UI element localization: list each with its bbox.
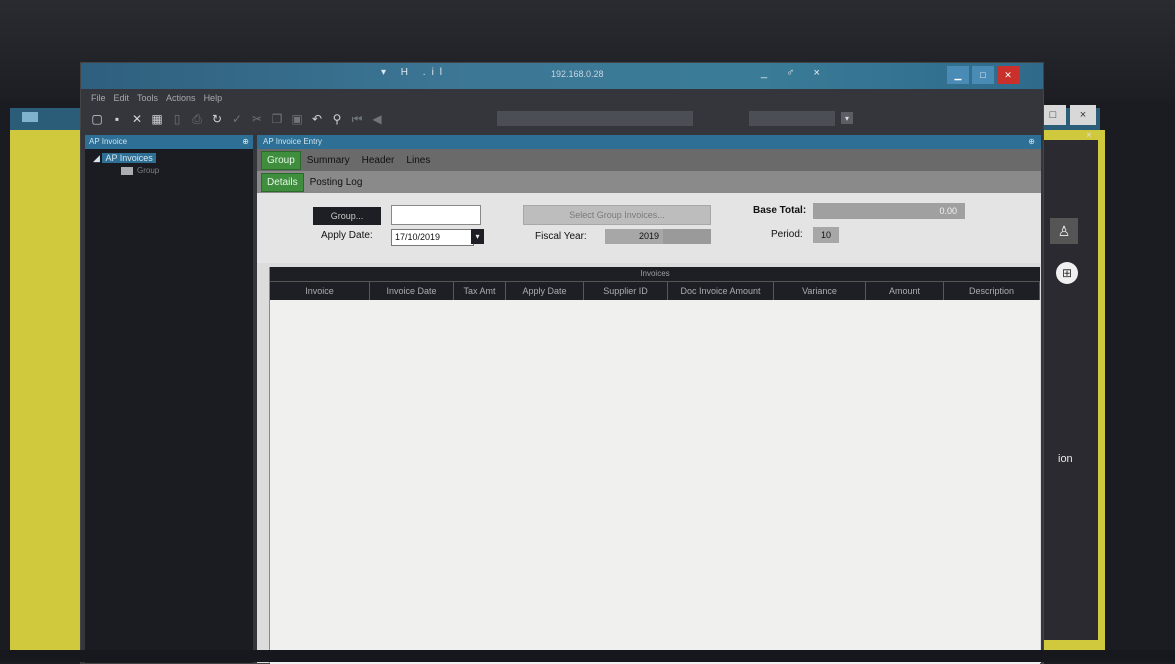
tree-node-group[interactable]: Group [121, 166, 253, 175]
grid-header: Invoice Invoice Date Tax Amt Apply Date … [270, 281, 1040, 300]
menu-help[interactable]: Help [204, 93, 223, 103]
entry-pane-title: AP Invoice Entry [263, 137, 322, 146]
column-header[interactable]: Supplier ID [584, 282, 668, 300]
tab-group[interactable]: Group [261, 150, 301, 170]
menu-bar: File Edit Tools Actions Help [91, 93, 222, 103]
toolbar: ▢ ▪ ✕ ▦ ▯ ⎙ ↻ ✓ ✂ ❐ ▣ ↶ ⚲ ⏮ ◀ ▾ [87, 109, 1037, 129]
tab-details[interactable]: Details [261, 172, 304, 192]
column-header[interactable]: Tax Amt [454, 282, 506, 300]
app-window: ▾ H .il 192.168.0.28 _ ♂ × ▁ □ ✕ File Ed… [80, 62, 1044, 664]
user-icon[interactable]: ♙ [1050, 218, 1078, 244]
group-button[interactable]: Group... [313, 207, 381, 225]
record-navigator-field[interactable] [497, 111, 693, 126]
monitor-bottom [0, 650, 1175, 662]
dropdown-arrow-icon[interactable]: ▾ [841, 112, 853, 124]
maximize-button[interactable]: □ [972, 66, 994, 84]
column-header[interactable]: Doc Invoice Amount [668, 282, 774, 300]
column-header[interactable]: Apply Date [506, 282, 584, 300]
menu-edit[interactable]: Edit [114, 93, 130, 103]
tree-pane-header: AP Invoice ⊕ [85, 135, 253, 149]
fiscal-year-label: Fiscal Year: [535, 231, 587, 242]
remote-session-controls[interactable]: ▾ H .il [381, 67, 448, 78]
expand-icon[interactable]: ◢ [93, 153, 100, 163]
background-partial-text: ion [1058, 453, 1073, 465]
pin-icon[interactable]: ⊕ [242, 135, 249, 149]
background-window-controls: □ × [1040, 105, 1098, 127]
column-header[interactable]: Description [944, 282, 1040, 300]
toolbar-dropdown[interactable] [749, 111, 835, 126]
find-icon[interactable]: ⚲ [327, 112, 347, 126]
panel-close-icon[interactable]: × [1086, 130, 1098, 142]
folder-icon [121, 166, 133, 175]
tree-pane-title: AP Invoice [89, 137, 128, 146]
refresh-icon[interactable]: ↻ [207, 112, 227, 126]
window-buttons: ▁ □ ✕ [947, 66, 1019, 84]
tab-row-main: Group Summary Header Lines [257, 149, 1041, 171]
background-app-panel [1044, 140, 1098, 640]
column-header[interactable]: Variance [774, 282, 866, 300]
period-label: Period: [771, 229, 803, 240]
entry-pane-header: AP Invoice Entry ⊕ [257, 135, 1041, 149]
grid-caption: Invoices [270, 267, 1040, 281]
grid-body[interactable] [270, 300, 1040, 664]
new-icon[interactable]: ▢ [87, 112, 107, 126]
column-header[interactable]: Amount [866, 282, 944, 300]
fiscal-year-extension [663, 229, 711, 244]
tree-node-ap-invoices[interactable]: ◢ AP Invoices [93, 153, 253, 164]
close-icon[interactable]: × [1070, 105, 1096, 125]
tree-pane: AP Invoice ⊕ ◢ AP Invoices Group [85, 135, 253, 663]
group-input[interactable] [391, 205, 481, 225]
column-header[interactable]: Invoice Date [370, 282, 454, 300]
tree-node-label: AP Invoices [102, 153, 156, 163]
base-total-label: Base Total: [753, 205, 807, 216]
apply-date-label: Apply Date: [321, 230, 373, 241]
close-button[interactable]: ✕ [997, 66, 1019, 84]
grid-icon[interactable]: ▦ [147, 112, 167, 126]
entry-pane: AP Invoice Entry ⊕ Group Summary Header … [257, 135, 1041, 664]
prev-icon[interactable]: ◀ [367, 112, 387, 126]
background-app-icon [22, 112, 38, 122]
delete-icon[interactable]: ✕ [127, 112, 147, 126]
cut-icon[interactable]: ✂ [247, 112, 267, 126]
window-titlebar[interactable]: ▾ H .il 192.168.0.28 _ ♂ × ▁ □ ✕ [81, 63, 1043, 89]
paste-icon[interactable]: ▣ [287, 112, 307, 126]
save-icon[interactable]: ▪ [107, 112, 127, 126]
base-total-field: 0.00 [813, 203, 965, 219]
undo-icon[interactable]: ↶ [307, 112, 327, 126]
apps-grid-icon[interactable]: ⊞ [1056, 262, 1078, 284]
period-field: 10 [813, 227, 839, 243]
menu-actions[interactable]: Actions [166, 93, 196, 103]
copy-icon[interactable]: ❐ [267, 112, 287, 126]
tree-node-label: Group [137, 166, 160, 175]
invoices-grid: Invoices Invoice Invoice Date Tax Amt Ap… [269, 267, 1040, 664]
print-icon[interactable]: ⎙ [187, 112, 207, 127]
group-form: Group... Apply Date: 17/10/2019 ▾ Select… [257, 193, 1041, 263]
tab-posting-log[interactable]: Posting Log [304, 177, 369, 188]
doc-icon[interactable]: ▯ [167, 112, 187, 126]
tab-summary[interactable]: Summary [301, 155, 356, 166]
first-icon[interactable]: ⏮ [347, 112, 367, 127]
fiscal-year-field: 2019 [605, 229, 663, 244]
calendar-dropdown-icon[interactable]: ▾ [471, 229, 484, 244]
menu-tools[interactable]: Tools [137, 93, 158, 103]
pin-icon[interactable]: ⊕ [1028, 135, 1035, 149]
tab-header[interactable]: Header [356, 155, 401, 166]
tab-row-sub: Details Posting Log [257, 171, 1041, 193]
check-icon[interactable]: ✓ [227, 112, 247, 126]
minimize-button[interactable]: ▁ [947, 66, 969, 84]
column-header[interactable]: Invoice [270, 282, 370, 300]
menu-file[interactable]: File [91, 93, 106, 103]
tab-lines[interactable]: Lines [400, 155, 436, 166]
remote-address: 192.168.0.28 [551, 69, 604, 79]
apply-date-input[interactable]: 17/10/2019 [391, 229, 474, 246]
remote-window-controls[interactable]: _ ♂ × [761, 67, 828, 79]
select-group-invoices-button[interactable]: Select Group Invoices... [523, 205, 711, 225]
